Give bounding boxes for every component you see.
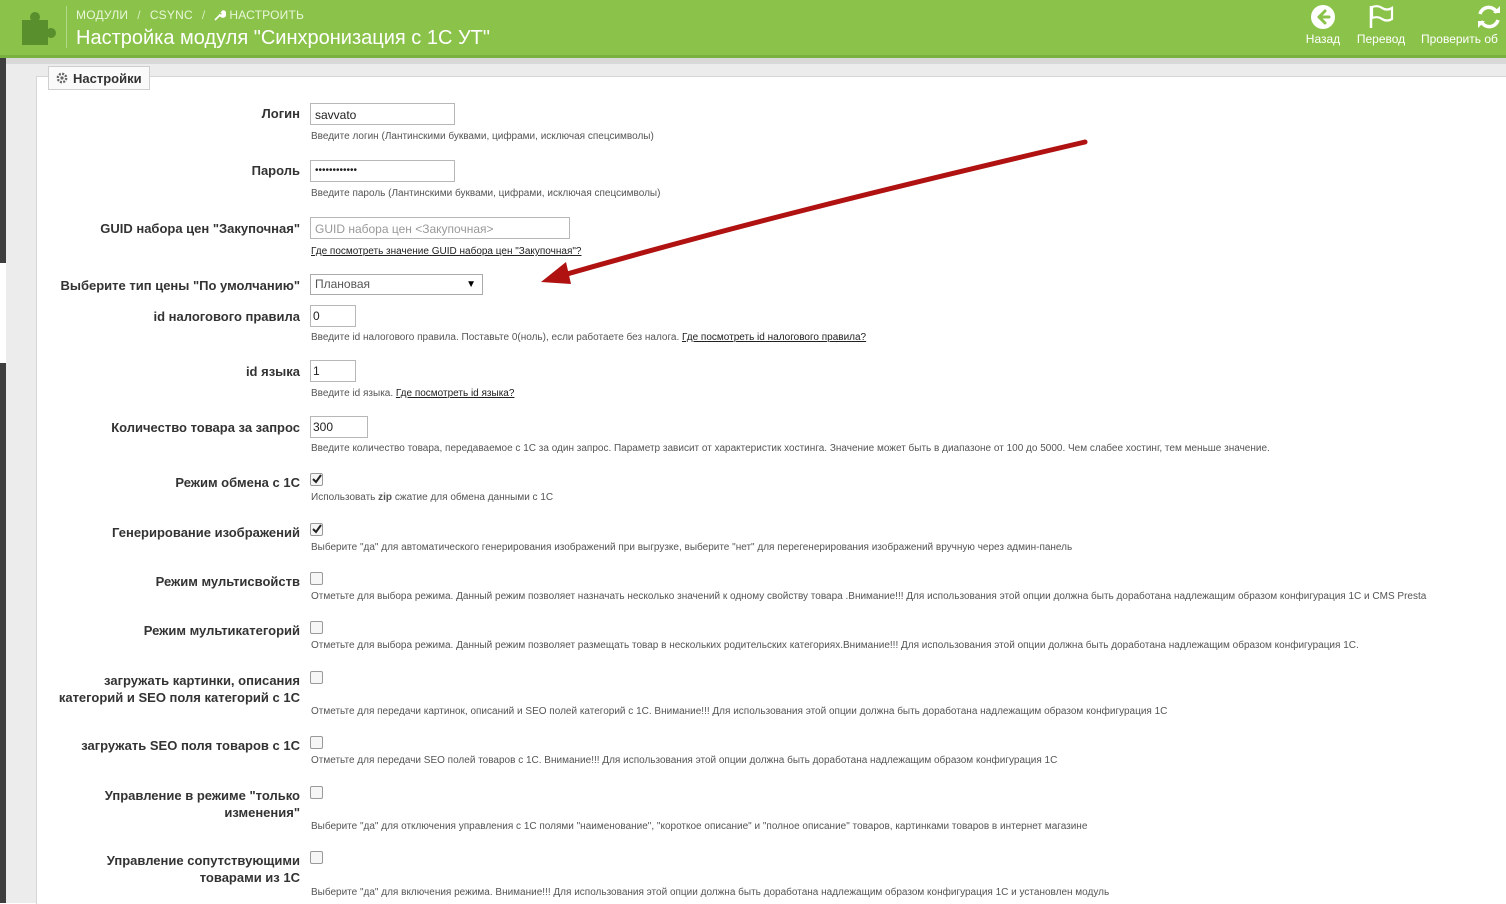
related-label-line1: Управление сопутствующими [106,853,300,868]
guid-hint: Где посмотреть значение GUID набора цен … [311,246,581,257]
multicats-label: Режим мультикатегорий [143,623,300,638]
login-hint: Введите логин (Лантинскими буквами, цифр… [311,131,654,142]
qty-label: Количество товара за запрос [111,420,300,435]
changes-only-hint: Выберите "да" для отключения управления … [311,821,1088,832]
exchange-mode-hint: Использовать zip сжатие для обмена данны… [311,492,553,503]
tax-id-help-link[interactable]: Где посмотреть id налогового правила? [682,332,866,343]
cat-seo-checkbox[interactable] [310,671,323,684]
multiprops-hint: Отметьте для выбора режима. Данный режим… [311,591,1427,602]
changes-only-label-line1: Управление в режиме "только [104,788,300,803]
password-hint: Введите пароль (Лантинскими буквами, циф… [311,188,661,199]
tax-id-hint: Введите id налогового правила. Поставьте… [311,332,866,343]
gen-images-hint: Выберите "да" для автоматического генери… [311,542,1073,553]
password-label: Пароль [251,163,300,178]
checkmark-icon [312,524,322,534]
password-input[interactable]: •••••••••••• [310,160,455,182]
changes-only-label: Управление в режиме "только изменения" [1,787,300,821]
related-checkbox[interactable] [310,851,323,864]
related-hint: Выберите "да" для включения режима. Вним… [311,887,1110,898]
qty-input[interactable]: 300 [310,416,368,438]
exchange-hint-pre: Использовать [311,492,376,503]
exchange-mode-checkbox[interactable] [310,473,323,486]
lang-id-input[interactable]: 1 [310,360,356,382]
price-type-label: Выберите тип цены "По умолчанию" [60,278,300,293]
exchange-mode-label: Режим обмена с 1С [175,475,300,490]
exchange-hint-post: сжатие для обмена данными с 1С [394,492,554,503]
tax-id-hint-text: Введите id налогового правила. Поставьте… [311,332,680,343]
multicats-checkbox[interactable] [310,621,323,634]
lang-id-label: id языка [245,364,300,379]
settings-legend: Настройки [48,66,150,90]
prod-seo-checkbox[interactable] [310,736,323,749]
prod-seo-hint: Отметьте для передачи SEO полей товаров … [311,755,1058,766]
guid-help-link[interactable]: Где посмотреть значение GUID набора цен … [311,246,581,257]
multiprops-label: Режим мультисвойств [155,574,300,589]
checkmark-icon [312,474,322,484]
gen-images-checkbox[interactable] [310,523,323,536]
login-input[interactable]: savvato [310,103,455,125]
multiprops-checkbox[interactable] [310,572,323,585]
qty-hint: Введите количество товара, передаваемое … [311,443,1270,454]
price-type-select[interactable]: Плановая ▼ [310,274,483,295]
related-label-line2: товарами из 1С [199,870,300,885]
tax-id-label: id налогового правила [153,309,300,324]
gear-icon [56,72,68,84]
cat-seo-label-line1: загружать картинки, описания [104,673,300,688]
lang-id-help-link[interactable]: Где посмотреть id языка? [396,388,515,399]
prod-seo-label: загружать SEO поля товаров с 1С [81,738,300,753]
lang-id-hint: Введите id языка. Где посмотреть id язык… [311,388,514,399]
price-type-value: Плановая [315,277,371,291]
guid-label: GUID набора цен "Закупочная" [100,221,300,236]
tax-id-input[interactable]: 0 [310,305,356,327]
guid-input[interactable]: GUID набора цен <Закупочная> [310,217,570,239]
changes-only-label-line2: изменения" [224,805,300,820]
settings-legend-text: Настройки [73,70,142,86]
exchange-hint-zip: zip [378,492,393,503]
gen-images-label: Генерирование изображений [112,525,300,540]
cat-seo-label: загружать картинки, описания категорий и… [1,672,300,706]
cat-seo-label-line2: категорий и SEO поля категорий с 1С [58,690,300,705]
cat-seo-hint: Отметьте для передачи картинок, описаний… [311,706,1168,717]
login-label: Логин [261,106,300,121]
settings-panel: Логин savvato Введите логин (Лантинскими… [36,76,1506,904]
changes-only-checkbox[interactable] [310,786,323,799]
lang-id-hint-text: Введите id языка. [311,388,394,399]
related-label: Управление сопутствующими товарами из 1С [1,852,300,886]
caret-down-icon: ▼ [466,279,476,290]
multicats-hint: Отметьте для выбора режима. Данный режим… [311,640,1359,651]
